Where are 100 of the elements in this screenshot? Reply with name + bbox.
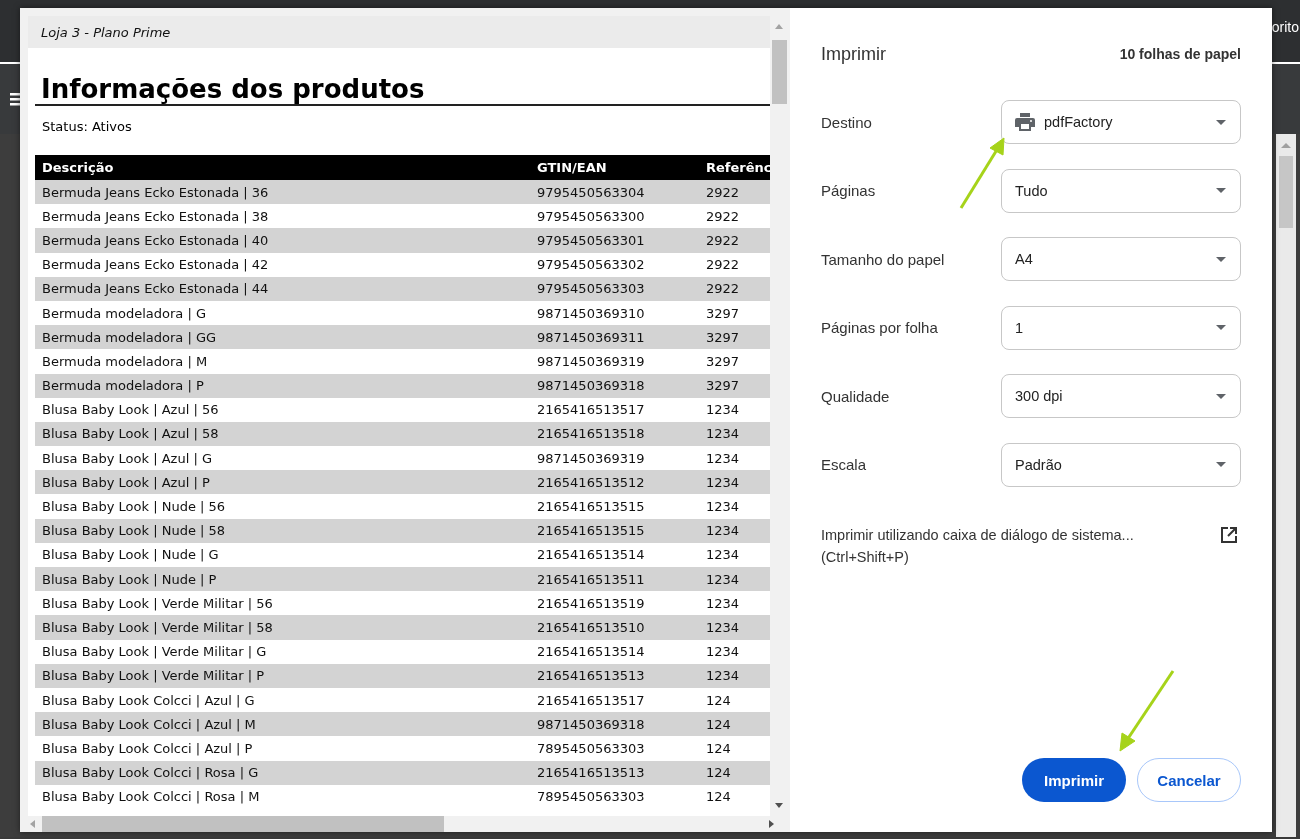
table-cell: 1234 [699,397,770,422]
table-cell: 2165416513512 [530,470,699,495]
table-cell: 124 [699,784,770,809]
dropdown[interactable]: A4 [1001,237,1241,282]
table-cell: 1234 [699,591,770,616]
column-header: Referênc [699,155,770,180]
setting-label: Qualidade [821,387,891,405]
setting-label: Páginas [821,182,877,200]
table-cell: 2922 [699,204,770,229]
sheet-count: 10 folhas de papel [1119,46,1241,62]
table-cell: Blusa Baby Look | Nude | P [35,567,530,592]
dropdown[interactable]: 300 dpi [1001,374,1241,419]
table-cell: Blusa Baby Look | Azul | 58 [35,421,530,447]
table-cell: Blusa Baby Look | Verde Militar | G [35,639,530,664]
dropdown[interactable]: pdfFactory [1001,100,1241,144]
table-cell: Bermuda modeladora | M [35,349,530,374]
table-cell: 3297 [699,373,770,398]
table-cell: 3297 [699,325,770,350]
scrollbar-thumb[interactable] [771,40,787,104]
table-cell: Blusa Baby Look Colcci | Azul | G [35,687,530,713]
scrollbar-thumb[interactable] [42,816,444,832]
setting-label: Destino [821,113,873,131]
table-cell: 2165416513515 [530,518,699,543]
table-cell: 1234 [699,446,770,471]
table-cell: 2165416513514 [530,542,699,567]
scroll-left-icon[interactable] [28,819,36,829]
shortcut-text: (Ctrl+Shift+P) [821,547,910,567]
table-cell: 3297 [699,300,770,326]
table-cell: 7895450563303 [530,736,699,761]
table-cell: Blusa Baby Look | Azul | P [35,470,530,495]
table-cell: 9871450369311 [530,325,699,350]
table-cell: 2165416513515 [530,494,699,519]
table-cell: Bermuda modeladora | GG [35,325,530,350]
status-text: Status: Ativos [42,119,132,134]
scroll-up-icon[interactable] [774,22,784,30]
table-cell: 2165416513513 [530,760,699,785]
caret-icon [1216,188,1226,194]
scroll-up-icon[interactable] [1280,140,1292,150]
setting-label: Páginas por folha [821,319,939,337]
link-text[interactable]: Imprimir utilizando caixa de diálogo de sistema... [821,523,1134,546]
page-header: Loja 3 - Plano Prime [41,24,171,40]
table-cell: 2165416513511 [530,567,699,592]
table-cell: 1234 [699,542,770,567]
table-cell: 2165416513513 [530,663,699,688]
table-cell: 9871450369318 [530,373,699,398]
table-cell: Blusa Baby Look | Verde Militar | 58 [35,615,530,640]
table-cell: 9795450563304 [530,180,699,205]
table-cell: 1234 [699,518,770,543]
table-cell: 1234 [699,567,770,592]
table-cell: 9795450563302 [530,252,699,277]
table-cell: 3297 [699,349,770,374]
table-cell: 9795450563301 [530,228,699,253]
scrollbar-thumb[interactable] [1279,156,1293,228]
caret-icon [1216,393,1226,399]
table-cell: Bermuda Jeans Ecko Estonada | 36 [35,180,530,205]
table-cell: Blusa Baby Look Colcci | Azul | M [35,712,530,737]
table-cell: Bermuda Jeans Ecko Estonada | 44 [35,276,530,301]
table-cell: 9871450369310 [530,300,699,326]
setting-label: Tamanho do papel [821,250,946,268]
dialog-title: Imprimir [821,43,886,65]
table-cell: 9795450563303 [530,276,699,301]
annotation-arrow [959,137,1005,209]
table-cell: Blusa Baby Look | Azul | 56 [35,397,530,422]
table-cell: Blusa Baby Look | Nude | 58 [35,518,530,543]
table-cell: 2165416513517 [530,397,699,422]
table-cell: 2922 [699,276,770,301]
table-cell: 2922 [699,252,770,277]
table-cell: Blusa Baby Look | Azul | G [35,446,530,471]
table-cell: 1234 [699,421,770,447]
setting-label: Escala [821,456,868,474]
table-cell: Blusa Baby Look | Nude | G [35,542,530,567]
cancel-button[interactable]: Cancelar [1137,758,1241,802]
column-header: Descrição [35,155,530,180]
table-cell: 124 [699,712,770,737]
table-cell: Blusa Baby Look Colcci | Azul | P [35,736,530,761]
table-cell: 9871450369319 [530,349,699,374]
scroll-right-icon[interactable] [768,819,776,829]
dropdown[interactable]: 1 [1001,305,1241,350]
table-cell: 9871450369318 [530,712,699,737]
table-cell: Bermuda modeladora | P [35,373,530,398]
scrollbar[interactable] [1276,134,1296,837]
external-link-icon[interactable] [1221,526,1237,543]
toolbar-text: orito [1271,19,1299,35]
table-cell: Bermuda modeladora | G [35,300,530,326]
menu-icon[interactable] [10,92,22,106]
table-cell: 124 [699,687,770,713]
scroll-down-icon[interactable] [774,802,784,810]
page-title: Informações dos produtos [35,74,770,106]
table-cell: 1234 [699,663,770,688]
print-button[interactable]: Imprimir [1022,758,1126,802]
table-cell: 9871450369319 [530,446,699,471]
table-cell: 124 [699,760,770,785]
table-cell: 1234 [699,470,770,495]
table-cell: Blusa Baby Look | Verde Militar | 56 [35,591,530,616]
table-cell: 124 [699,736,770,761]
dropdown[interactable]: Tudo [1001,168,1241,213]
table-cell: Bermuda Jeans Ecko Estonada | 42 [35,252,530,277]
dropdown[interactable]: Padrão [1001,442,1241,487]
table-cell: 2165416513519 [530,591,699,616]
table-cell: Blusa Baby Look | Nude | 56 [35,494,530,519]
